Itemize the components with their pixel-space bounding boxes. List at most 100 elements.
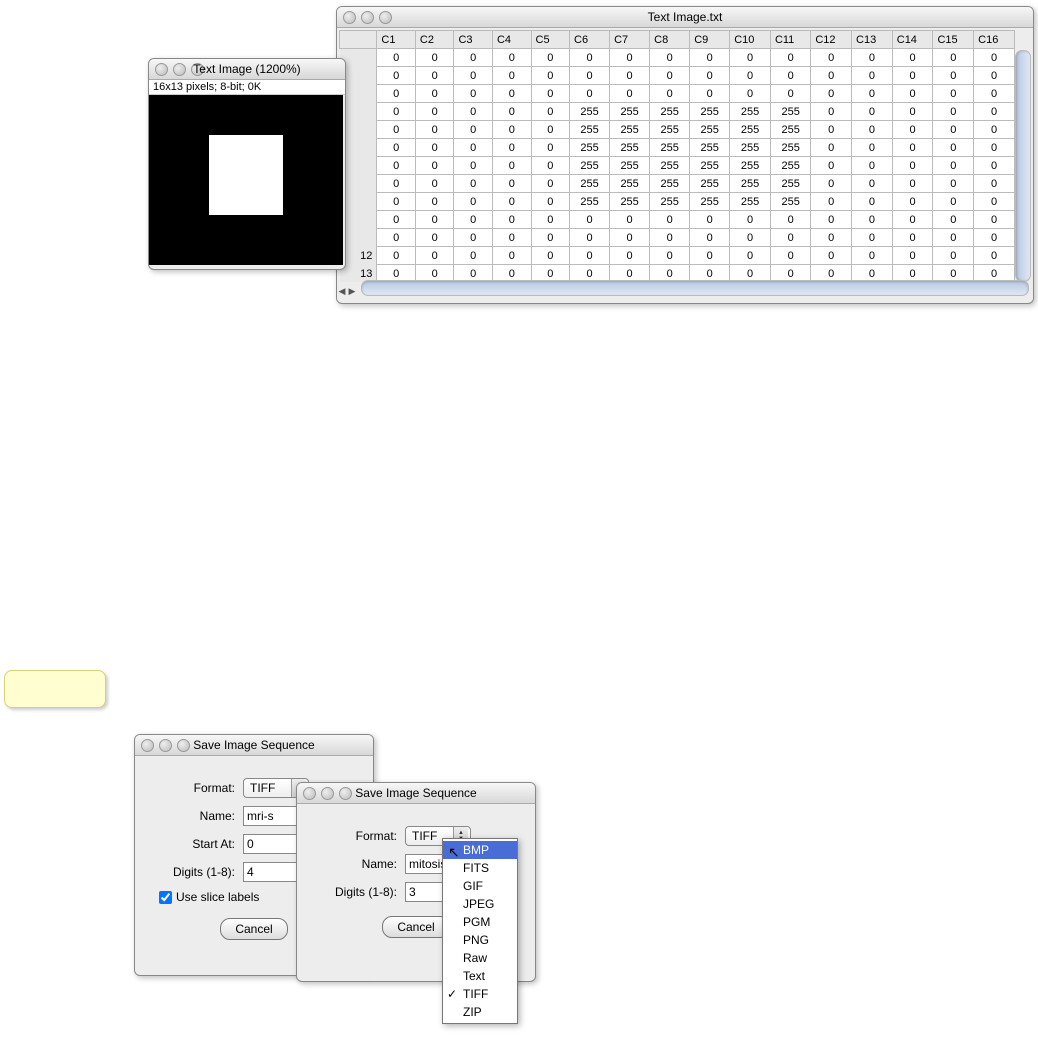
data-cell[interactable]: 0: [377, 175, 416, 193]
column-header[interactable]: C11: [770, 31, 810, 49]
data-cell[interactable]: 0: [892, 211, 933, 229]
data-cell[interactable]: 0: [492, 175, 531, 193]
dropdown-option[interactable]: ZIP: [443, 1003, 517, 1021]
data-cell[interactable]: 0: [377, 157, 416, 175]
data-cell[interactable]: 0: [650, 67, 690, 85]
data-cell[interactable]: 0: [974, 193, 1015, 211]
zoom-icon[interactable]: [379, 11, 392, 24]
data-cell[interactable]: 255: [650, 121, 690, 139]
column-header[interactable]: C16: [974, 31, 1015, 49]
minimize-icon[interactable]: [159, 739, 172, 752]
data-cell[interactable]: 0: [610, 247, 650, 265]
data-cell[interactable]: 0: [770, 229, 810, 247]
column-header[interactable]: C5: [531, 31, 570, 49]
dropdown-option[interactable]: JPEG: [443, 895, 517, 913]
data-cell[interactable]: 255: [650, 175, 690, 193]
data-cell[interactable]: 0: [650, 229, 690, 247]
close-icon[interactable]: [141, 739, 154, 752]
data-cell[interactable]: 0: [492, 67, 531, 85]
data-cell[interactable]: 0: [974, 121, 1015, 139]
data-cell[interactable]: 0: [531, 229, 570, 247]
data-cell[interactable]: 0: [415, 103, 454, 121]
data-cell[interactable]: 255: [730, 175, 771, 193]
data-cell[interactable]: 0: [892, 85, 933, 103]
zoom-icon[interactable]: [339, 787, 352, 800]
column-header[interactable]: C6: [570, 31, 610, 49]
data-cell[interactable]: 0: [492, 247, 531, 265]
data-table[interactable]: C1C2C3C4C5C6C7C8C9C10C11C12C13C14C15C160…: [339, 30, 1015, 282]
data-cell[interactable]: 0: [933, 211, 974, 229]
data-cell[interactable]: 0: [974, 85, 1015, 103]
data-cell[interactable]: 0: [892, 67, 933, 85]
data-cell[interactable]: 0: [852, 211, 893, 229]
data-cell[interactable]: 0: [852, 103, 893, 121]
data-cell[interactable]: 255: [650, 103, 690, 121]
minimize-icon[interactable]: [321, 787, 334, 800]
data-cell[interactable]: 0: [892, 175, 933, 193]
data-cell[interactable]: 0: [974, 139, 1015, 157]
data-cell[interactable]: 255: [730, 157, 771, 175]
data-cell[interactable]: 255: [770, 103, 810, 121]
data-cell[interactable]: 0: [852, 49, 893, 67]
data-cell[interactable]: 255: [770, 139, 810, 157]
data-cell[interactable]: 255: [570, 175, 610, 193]
data-cell[interactable]: 0: [415, 139, 454, 157]
data-cell[interactable]: 0: [377, 121, 416, 139]
data-cell[interactable]: 0: [454, 175, 493, 193]
data-cell[interactable]: 0: [933, 229, 974, 247]
scroll-left-icon[interactable]: ◀: [337, 284, 347, 298]
zoom-icon[interactable]: [191, 63, 204, 76]
dropdown-option[interactable]: GIF: [443, 877, 517, 895]
data-cell[interactable]: 0: [531, 193, 570, 211]
data-cell[interactable]: 255: [690, 121, 730, 139]
data-cell[interactable]: 0: [933, 67, 974, 85]
data-cell[interactable]: 0: [811, 121, 852, 139]
data-cell[interactable]: 0: [730, 67, 771, 85]
column-header[interactable]: C9: [690, 31, 730, 49]
data-cell[interactable]: 255: [730, 103, 771, 121]
data-cell[interactable]: 0: [570, 67, 610, 85]
data-cell[interactable]: 0: [650, 85, 690, 103]
data-cell[interactable]: 255: [690, 193, 730, 211]
data-cell[interactable]: 0: [730, 85, 771, 103]
data-cell[interactable]: 0: [610, 85, 650, 103]
titlebar[interactable]: Save Image Sequence: [297, 783, 535, 804]
data-cell[interactable]: 0: [974, 103, 1015, 121]
titlebar[interactable]: Text Image.txt: [337, 7, 1033, 28]
data-cell[interactable]: 0: [770, 211, 810, 229]
format-dropdown[interactable]: BMPFITSGIFJPEGPGMPNGRawText✓TIFFZIP: [442, 838, 518, 1024]
titlebar[interactable]: Text Image (1200%): [149, 59, 345, 80]
data-cell[interactable]: 0: [933, 175, 974, 193]
data-cell[interactable]: 0: [531, 157, 570, 175]
data-cell[interactable]: 0: [415, 85, 454, 103]
column-header[interactable]: C13: [852, 31, 893, 49]
dropdown-option[interactable]: Raw: [443, 949, 517, 967]
dropdown-option[interactable]: PGM: [443, 913, 517, 931]
data-cell[interactable]: 255: [770, 175, 810, 193]
data-cell[interactable]: 255: [570, 121, 610, 139]
data-cell[interactable]: 0: [454, 157, 493, 175]
data-cell[interactable]: 0: [492, 229, 531, 247]
data-cell[interactable]: 0: [811, 103, 852, 121]
data-cell[interactable]: 255: [650, 139, 690, 157]
close-icon[interactable]: [155, 63, 168, 76]
data-cell[interactable]: 0: [933, 121, 974, 139]
column-header[interactable]: C12: [811, 31, 852, 49]
data-cell[interactable]: 255: [730, 139, 771, 157]
data-cell[interactable]: 0: [811, 211, 852, 229]
data-cell[interactable]: 0: [974, 175, 1015, 193]
data-cell[interactable]: 0: [770, 247, 810, 265]
data-cell[interactable]: 0: [531, 247, 570, 265]
data-cell[interactable]: 0: [377, 139, 416, 157]
column-header[interactable]: C15: [933, 31, 974, 49]
data-cell[interactable]: 0: [377, 211, 416, 229]
data-cell[interactable]: 0: [415, 247, 454, 265]
data-cell[interactable]: 0: [415, 193, 454, 211]
data-cell[interactable]: 0: [454, 139, 493, 157]
data-cell[interactable]: 0: [454, 193, 493, 211]
data-cell[interactable]: 0: [531, 85, 570, 103]
data-cell[interactable]: 0: [415, 67, 454, 85]
data-cell[interactable]: 0: [730, 229, 771, 247]
data-cell[interactable]: 0: [690, 211, 730, 229]
data-cell[interactable]: 0: [415, 157, 454, 175]
